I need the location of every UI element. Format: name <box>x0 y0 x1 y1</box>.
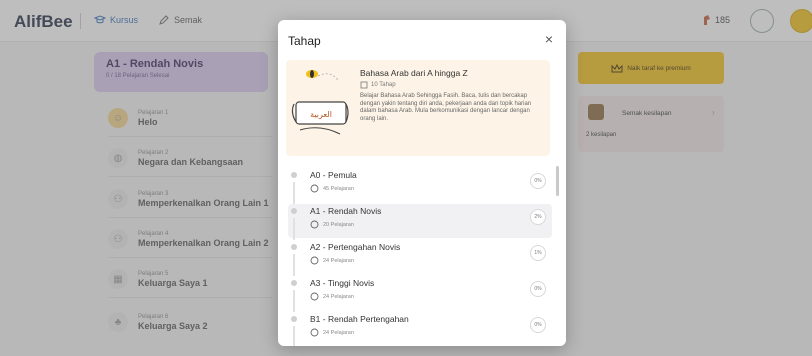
level-name: A0 - Pemula <box>310 170 357 180</box>
intro-level-count-text: 10 Tahap <box>371 82 396 88</box>
level-name: A1 - Rendah Novis <box>310 206 382 216</box>
level-name: B1 - Rendah Pertengahan <box>310 314 409 324</box>
level-lessons: 24 Pelajaran <box>310 328 354 337</box>
level-lesson-count: 24 Pelajaran <box>323 257 354 264</box>
level-item[interactable]: A3 - Tinggi Novis 24 Pelajaran 0% <box>288 276 552 312</box>
level-lesson-count: 24 Pelajaran <box>323 293 354 300</box>
level-timeline <box>293 290 295 312</box>
level-modal: Tahap × العربية Bahasa Arab dari A hingg… <box>278 20 566 346</box>
level-dot <box>291 172 297 178</box>
intro-description: Belajar Bahasa Arab Sehingga Fasih. Baca… <box>360 93 532 122</box>
progress-ring-icon <box>310 328 319 337</box>
level-timeline <box>293 326 295 346</box>
level-timeline <box>293 218 295 240</box>
level-lesson-count: 20 Pelajaran <box>323 221 354 228</box>
progress-ring-icon <box>310 256 319 265</box>
progress-ring-icon <box>310 292 319 301</box>
level-list: A0 - Pemula 45 Pelajaran 0% A1 - Rendah … <box>278 162 566 346</box>
level-item[interactable]: A2 - Pertengahan Novis 24 Pelajaran 1% <box>288 240 552 276</box>
arabic-scroll-illustration: العربية <box>291 70 349 135</box>
level-progress-badge: 1% <box>530 245 546 261</box>
level-dot <box>291 316 297 322</box>
level-name: A2 - Pertengahan Novis <box>310 242 401 252</box>
level-lessons: 45 Pelajaran <box>310 184 354 193</box>
level-list-scrollbar[interactable] <box>556 166 559 196</box>
level-item-selected[interactable]: A1 - Rendah Novis 20 Pelajaran 2% <box>288 204 552 240</box>
levels-icon <box>360 81 368 89</box>
level-progress-badge: 0% <box>530 281 546 297</box>
intro-title: Bahasa Arab dari A hingga Z <box>360 68 468 78</box>
level-dot <box>291 280 297 286</box>
level-lessons: 24 Pelajaran <box>310 256 354 265</box>
level-progress-badge: 0% <box>530 317 546 333</box>
level-item[interactable]: A0 - Pemula 45 Pelajaran 0% <box>288 168 552 204</box>
intro-level-count: 10 Tahap <box>360 81 396 89</box>
close-icon[interactable]: × <box>542 32 556 46</box>
course-intro-card: العربية Bahasa Arab dari A hingga Z 10 T… <box>286 60 550 156</box>
level-dot <box>291 244 297 250</box>
level-timeline <box>293 254 295 276</box>
svg-text:العربية: العربية <box>310 110 332 119</box>
level-lessons: 20 Pelajaran <box>310 220 354 229</box>
level-progress-badge: 0% <box>530 173 546 189</box>
level-lessons: 24 Pelajaran <box>310 292 354 301</box>
level-dot <box>291 208 297 214</box>
level-lesson-count: 24 Pelajaran <box>323 329 354 336</box>
level-item[interactable]: B1 - Rendah Pertengahan 24 Pelajaran 0% <box>288 312 552 346</box>
modal-title: Tahap <box>288 34 321 48</box>
progress-ring-icon <box>310 184 319 193</box>
level-lesson-count: 45 Pelajaran <box>323 185 354 192</box>
level-timeline <box>293 182 295 204</box>
progress-ring-icon <box>310 220 319 229</box>
level-name: A3 - Tinggi Novis <box>310 278 375 288</box>
level-progress-badge: 2% <box>530 209 546 225</box>
